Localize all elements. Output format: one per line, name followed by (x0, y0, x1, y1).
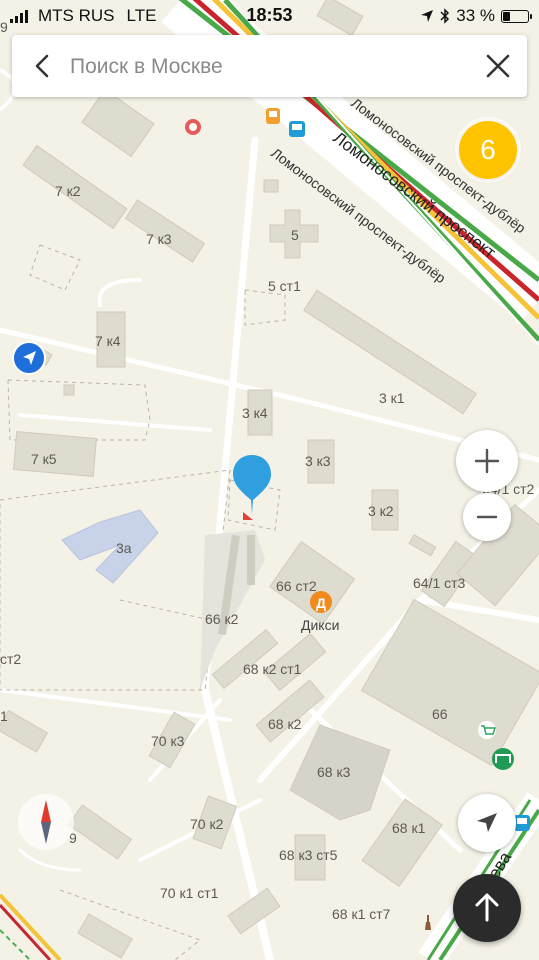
traffic-score-badge[interactable]: 6 (459, 121, 517, 179)
building-label: 7 к5 (31, 451, 57, 467)
compass-icon (41, 800, 51, 844)
building-label: ст2 (0, 651, 21, 667)
shop-cart-icon[interactable] (478, 721, 497, 739)
plus-icon (474, 448, 500, 474)
search-input[interactable] (68, 49, 472, 85)
battery-percent: 33 % (456, 6, 495, 25)
arrow-up-icon (475, 893, 499, 922)
metro-entrance-icon[interactable] (492, 748, 514, 770)
building-label: 64/1 ст3 (413, 575, 466, 591)
status-bar: MTS RUS LTE 18:53 33 % (0, 0, 539, 32)
building-label: 70 к1 ст1 (160, 885, 219, 901)
building-label: 7 к3 (146, 231, 172, 247)
building-label: 70 к2 (190, 816, 224, 832)
building-label: 68 к1 ст7 (332, 906, 391, 922)
building-label: 3 к1 (379, 390, 405, 406)
building-label: 68 к3 (317, 764, 351, 780)
zoom-out-button[interactable] (463, 493, 511, 541)
building-label: 68 к2 ст1 (243, 661, 302, 677)
user-location-icon[interactable] (12, 341, 46, 375)
building-label: 68 к3 ст5 (279, 847, 338, 863)
building-label: 5 (291, 227, 299, 243)
battery-icon (501, 9, 532, 23)
bus-stop-icon[interactable] (514, 815, 530, 831)
zoom-in-button[interactable] (456, 430, 518, 492)
building-label: 1 (0, 708, 8, 724)
search-bar (12, 35, 527, 97)
location-arrow-icon (421, 10, 434, 22)
my-location-button[interactable] (458, 794, 516, 852)
building-label: 66 к2 (205, 611, 239, 627)
building-label: 68 к2 (268, 716, 302, 732)
pharmacy-icon[interactable] (185, 119, 201, 135)
building-label: 5 ст1 (268, 278, 301, 294)
building-label: 3 к3 (305, 453, 331, 469)
compass-button[interactable] (18, 794, 74, 850)
building-label: 7 к2 (55, 183, 81, 199)
building-label: 70 к3 (151, 733, 185, 749)
back-arrow-icon[interactable] (28, 51, 58, 81)
minus-icon (476, 515, 498, 519)
building-label: 3 к2 (368, 503, 394, 519)
close-icon[interactable] (483, 51, 513, 81)
building-label: 7 к4 (95, 333, 121, 349)
bluetooth-icon (440, 8, 450, 24)
navigation-arrow-icon (477, 813, 497, 832)
building-label: 66 (432, 706, 448, 722)
route-button[interactable] (453, 874, 521, 942)
building-label: 66 ст2 (276, 578, 317, 594)
dixi-letter: Д (316, 595, 326, 611)
building-label: 68 к1 (392, 820, 426, 836)
bus-stop-icon[interactable] (289, 121, 305, 137)
dixi-label: Дикси (301, 617, 339, 633)
building-label: 3а (116, 540, 132, 556)
building-label: 3 к4 (242, 405, 268, 421)
tram-stop-icon[interactable] (266, 108, 280, 124)
